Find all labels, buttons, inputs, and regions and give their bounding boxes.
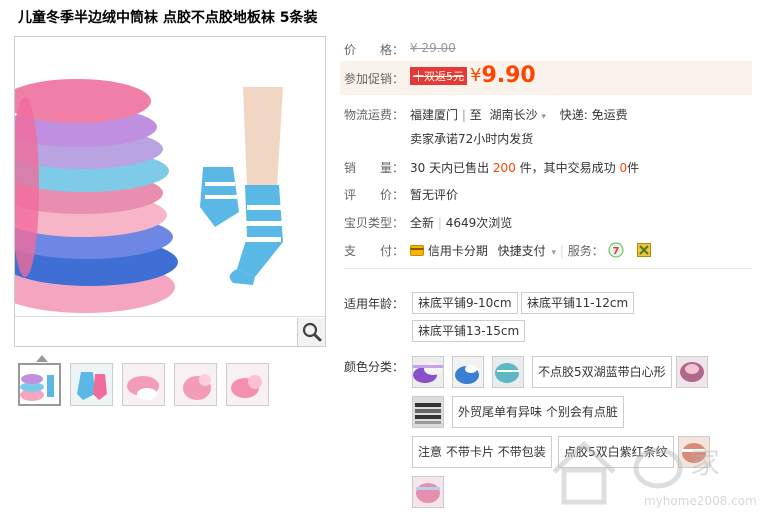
sales-row: 销 量： 30 天内已售出 200 件，其中交易成功 0件	[344, 159, 639, 176]
color-swatch-5[interactable]	[412, 396, 444, 428]
type-label: 宝贝类型：	[344, 216, 405, 230]
thumbnail-5[interactable]	[226, 363, 269, 406]
original-price: ¥ 29.00	[410, 41, 456, 55]
sales-label: 销 量：	[344, 161, 405, 175]
socks-photo	[15, 37, 325, 317]
ship-from: 福建厦门	[410, 108, 459, 122]
thumbnail-2[interactable]	[70, 363, 113, 406]
credit-installment-link[interactable]: 信用卡分期	[428, 244, 488, 258]
currency-symbol: ¥	[470, 65, 482, 86]
item-condition: 全新	[410, 216, 435, 230]
sales-middle: 件，其中交易成功	[519, 161, 616, 175]
thumbnail-1[interactable]	[18, 363, 61, 406]
ship-to: 湖南长沙	[489, 108, 538, 122]
sales-suffix: 件	[627, 161, 640, 175]
promo-badge: 十双返5元	[410, 66, 467, 85]
sold-count: 200	[492, 161, 516, 175]
ship-to-prefix: 至	[469, 108, 482, 122]
type-row: 宝贝类型： 全新 | 4649次浏览	[344, 216, 513, 230]
color-swatch-1[interactable]	[412, 356, 444, 388]
payment-label: 支 付：	[344, 244, 405, 258]
seven-day-return-icon[interactable]: 7	[608, 242, 624, 261]
thumbnail-3[interactable]	[122, 363, 165, 406]
ship-to-select[interactable]: 湖南长沙 ▾	[490, 108, 546, 122]
shipping-row: 物流运费： 福建厦门 | 至 湖南长沙 ▾ 快递: 免运费	[344, 108, 628, 122]
age-option-2[interactable]: 袜底平铺11-12cm	[521, 292, 635, 314]
credit-card-icon	[410, 244, 424, 259]
dropdown-arrow-icon: ▾	[541, 112, 546, 122]
age-label: 适用年龄：	[344, 297, 405, 311]
color-swatch-2[interactable]	[452, 356, 484, 388]
divider	[344, 268, 752, 269]
color-swatch-4[interactable]	[676, 356, 708, 388]
zoom-button[interactable]	[297, 318, 325, 346]
price-label: 价 格：	[344, 43, 405, 57]
product-title: 儿童冬季半边绒中筒袜 点胶不点胶地板袜 5条装	[18, 10, 318, 26]
review-row: 评 价： 暂无评价	[344, 186, 458, 203]
thumbnail-4[interactable]	[174, 363, 217, 406]
quick-pay-dropdown-icon[interactable]: ▾	[552, 248, 557, 258]
quick-pay-link[interactable]: 快捷支付	[498, 244, 546, 258]
view-count: 4649次浏览	[445, 216, 513, 230]
thumb-pointer	[36, 355, 48, 362]
color-swatch-3[interactable]	[492, 356, 524, 388]
color-label: 颜色分类：	[344, 360, 405, 374]
promo-label: 参加促销：	[344, 72, 405, 86]
zoom-bar	[15, 316, 325, 346]
price-row: 价 格： ¥ 29.00	[344, 41, 456, 58]
promo-price: 9.90	[481, 63, 536, 88]
color-swatch-7[interactable]	[412, 476, 444, 508]
watermark-text: 家	[690, 446, 720, 481]
svg-text:7: 7	[612, 246, 619, 257]
service-label: 服务：	[567, 244, 604, 258]
review-label: 评 价：	[344, 188, 405, 202]
color-option-blue-heart[interactable]: 不点胶5双湖蓝带白心形	[532, 356, 672, 388]
sales-prefix: 30 天内已售出	[410, 161, 490, 175]
shipping-promise: 卖家承诺72小时内发货	[410, 132, 534, 146]
color-option-no-card[interactable]: 注意 不带卡片 不带包装	[412, 436, 552, 468]
certified-icon[interactable]	[637, 243, 652, 260]
site-watermark: 家 myhome2008.com	[540, 420, 760, 512]
age-option-1[interactable]: 袜底平铺9-10cm	[412, 292, 518, 314]
shipping-label: 物流运费：	[344, 108, 405, 122]
review-value: 暂无评价	[410, 188, 459, 202]
success-count: 0	[619, 161, 628, 175]
search-icon	[302, 322, 322, 342]
age-option-3[interactable]: 袜底平铺13-15cm	[412, 320, 526, 342]
watermark-url: myhome2008.com	[644, 494, 757, 508]
express-fee: 快递: 免运费	[559, 108, 628, 122]
promo-row: 参加促销： 十双返5元 ¥9.90	[344, 63, 536, 88]
main-product-image[interactable]	[14, 36, 326, 347]
payment-row: 支 付： 信用卡分期 快捷支付 ▾ | 服务： 7	[344, 242, 652, 259]
